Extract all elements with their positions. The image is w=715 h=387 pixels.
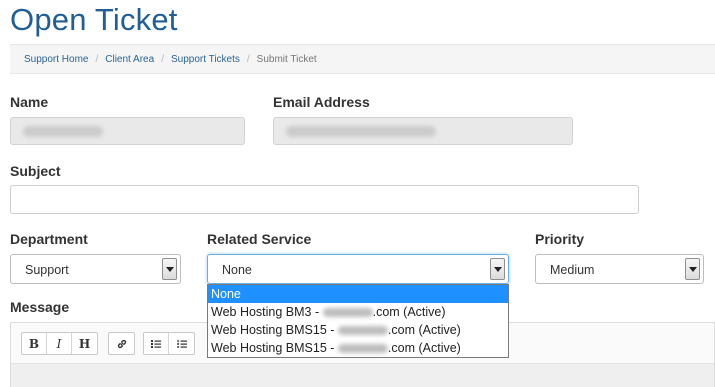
page-title: Open Ticket (10, 2, 178, 37)
unordered-list-button[interactable] (144, 333, 169, 354)
related-service-select[interactable]: None (207, 254, 509, 284)
format-button-group: B I H (21, 332, 98, 355)
blurred-domain (337, 326, 388, 336)
breadcrumb-support-tickets[interactable]: Support Tickets (171, 54, 240, 65)
italic-button[interactable]: I (47, 333, 72, 354)
breadcrumb-support-home[interactable]: Support Home (24, 54, 88, 65)
link-button[interactable] (109, 333, 134, 354)
message-textarea[interactable] (11, 363, 714, 387)
breadcrumb-separator: / (246, 54, 250, 65)
option-service-suffix: .com (Active) (387, 323, 461, 337)
chevron-down-icon[interactable] (162, 258, 177, 280)
list-button-group (143, 332, 195, 355)
department-label: Department (10, 231, 88, 247)
bold-button[interactable]: B (22, 333, 47, 354)
unordered-list-icon (151, 339, 161, 348)
email-field[interactable] (273, 117, 573, 145)
blurred-name-value (23, 126, 103, 137)
priority-label: Priority (535, 231, 585, 247)
option-service-prefix: Web Hosting BM3 - (211, 305, 323, 319)
option-service-prefix: Web Hosting BMS15 - (211, 323, 338, 337)
department-select[interactable]: Support (10, 254, 181, 284)
related-service-value: None (222, 263, 252, 277)
email-label: Email Address (273, 94, 370, 110)
breadcrumb-separator: / (95, 54, 99, 65)
related-service-option[interactable]: Web Hosting BMS15 - .com (Active) (208, 339, 508, 357)
link-button-group (108, 332, 135, 355)
chevron-down-icon[interactable] (685, 258, 700, 280)
option-service-suffix: .com (Active) (372, 305, 446, 319)
breadcrumb: Support Home / Client Area / Support Tickets… (10, 44, 715, 74)
priority-select[interactable]: Medium (535, 254, 704, 284)
related-service-option[interactable]: Web Hosting BMS15 - .com (Active) (208, 321, 508, 339)
option-service-prefix: Web Hosting BMS15 - (211, 341, 338, 355)
message-label: Message (10, 299, 70, 315)
ordered-list-button[interactable] (169, 333, 194, 354)
option-service-suffix: .com (Active) (387, 341, 461, 355)
chevron-down-icon[interactable] (490, 258, 505, 280)
subject-input[interactable] (10, 185, 639, 214)
name-label: Name (10, 94, 49, 110)
blurred-domain (337, 344, 388, 354)
priority-value: Medium (550, 263, 595, 277)
name-field[interactable] (10, 117, 245, 145)
link-icon (117, 339, 126, 348)
heading-button[interactable]: H (72, 333, 97, 354)
related-service-option[interactable]: Web Hosting BM3 - .com (Active) (208, 303, 508, 321)
related-service-dropdown: None Web Hosting BM3 - .com (Active) Web… (207, 284, 509, 358)
blurred-domain (322, 308, 373, 318)
ordered-list-icon (176, 339, 187, 348)
related-service-option[interactable]: None (208, 285, 508, 303)
department-value: Support (25, 263, 69, 277)
subject-label: Subject (10, 163, 61, 179)
related-service-label: Related Service (207, 231, 312, 247)
breadcrumb-current: Submit Ticket (256, 54, 317, 65)
breadcrumb-separator: / (161, 54, 164, 65)
breadcrumb-client-area[interactable]: Client Area (105, 54, 154, 65)
blurred-email-value (286, 126, 436, 137)
